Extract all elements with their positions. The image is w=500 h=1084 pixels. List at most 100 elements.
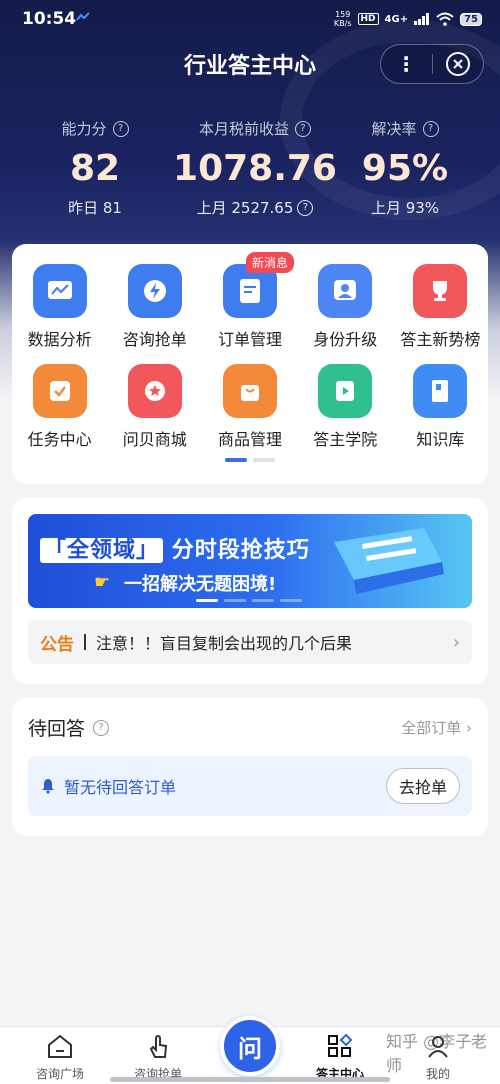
- help-icon[interactable]: ?: [295, 120, 311, 137]
- stat-label: 解决率?: [330, 118, 480, 139]
- grid-item-identity-upgrade[interactable]: 身份升级: [298, 264, 393, 350]
- hand-tap-icon: [149, 1035, 168, 1058]
- stat-income[interactable]: 本月税前收益? 1078.76 上月 2527.65?: [170, 118, 340, 218]
- status-bar: 10:54 159 KB/s HD 4G+ 75: [0, 0, 500, 40]
- network-activity-icon: [76, 12, 90, 21]
- stat-value: 82: [69, 148, 121, 189]
- stat-sub: 上月 2527.65?: [170, 197, 340, 218]
- help-icon[interactable]: ?: [422, 120, 439, 137]
- function-grid: 数据分析 咨询抢单 新消息 订单管理 身份升级 答主新势榜 任务中心 问贝商城: [12, 252, 488, 450]
- function-grid-card: 数据分析 咨询抢单 新消息 订单管理 身份升级 答主新势榜 任务中心 问贝商城: [12, 244, 488, 484]
- chart-icon: [32, 264, 87, 318]
- status-time: 10:54: [22, 9, 77, 29]
- page-dot-active: [225, 458, 247, 462]
- close-circle-icon[interactable]: [432, 51, 483, 77]
- grid-item-academy[interactable]: 答主学院: [298, 364, 393, 450]
- grid-label: 答主新势榜: [400, 330, 481, 349]
- cell-signal-icon: [414, 13, 430, 25]
- banner-dot: [224, 599, 246, 602]
- all-orders-link[interactable]: 全部订单 ›: [401, 717, 472, 738]
- promo-banner[interactable]: 「全领域」 分时段抢技巧 ☛ 一招解决无题困境!: [28, 514, 472, 608]
- tab-answerer-center[interactable]: 答主中心: [300, 1033, 380, 1082]
- new-message-badge: 新消息: [245, 252, 294, 273]
- stat-resolution[interactable]: 解决率? 95% 上月 93%: [330, 118, 480, 218]
- tab-consult-square[interactable]: 咨询广场: [20, 1033, 100, 1082]
- wifi-icon: [436, 12, 454, 26]
- bell-icon: [42, 779, 54, 794]
- grid-diamond-icon: [328, 1033, 353, 1057]
- grid-label: 知识库: [416, 430, 465, 449]
- banner-card: 「全领域」 分时段抢技巧 ☛ 一招解决无题困境! 公告 注意！！盲目复制会出现的…: [12, 498, 488, 684]
- pending-header: 待回答 ? 全部订单 ›: [28, 714, 472, 741]
- help-icon[interactable]: ?: [112, 120, 129, 137]
- grid-item-data-analysis[interactable]: 数据分析: [12, 264, 107, 350]
- speed-value: 159: [335, 10, 351, 19]
- grid-page-indicator: [12, 458, 488, 462]
- book-icon: [413, 364, 468, 418]
- banner-dot-active: [196, 599, 218, 602]
- shopping-bag-icon: [222, 364, 277, 418]
- home-icon: [48, 1034, 72, 1058]
- hd-indicator: HD: [357, 13, 379, 25]
- announcement-tag: 公告: [40, 634, 74, 655]
- grid-item-shop[interactable]: 问贝商城: [107, 364, 202, 450]
- stat-label-text: 能力分: [61, 120, 107, 138]
- stat-value: 1078.76: [173, 148, 337, 189]
- grid-label: 订单管理: [217, 330, 282, 349]
- center-ask-button[interactable]: 问: [220, 1016, 280, 1076]
- help-icon[interactable]: ?: [297, 199, 314, 216]
- chat-bubble-illustration: [334, 528, 444, 594]
- checkbox-icon: [32, 364, 87, 418]
- grid-item-order-manage[interactable]: 新消息 订单管理: [202, 252, 297, 350]
- help-icon[interactable]: ?: [93, 719, 110, 736]
- play-book-icon: [318, 364, 373, 418]
- stat-sub: 昨日 81: [68, 199, 122, 217]
- page-dot: [253, 458, 275, 462]
- home-indicator[interactable]: [110, 1077, 390, 1082]
- grid-item-task-center[interactable]: 任务中心: [12, 364, 107, 450]
- stat-sub: 上月 93%: [370, 199, 440, 217]
- banner-headline: 「全领域」 分时段抢技巧: [40, 532, 310, 564]
- banner-subline: 一招解决无题困境!: [124, 574, 277, 595]
- grid-label: 问贝商城: [122, 430, 187, 449]
- empty-state: 暂无待回答订单 去抢单: [28, 756, 472, 816]
- grid-label: 身份升级: [313, 330, 378, 349]
- announcement-divider: [84, 634, 86, 650]
- shop-icon: [127, 364, 182, 418]
- stat-sub-text: 上月 2527.65: [196, 199, 294, 217]
- stat-label-text: 本月税前收益: [198, 120, 289, 138]
- trophy-icon: [413, 264, 468, 318]
- banner-dot: [252, 599, 274, 602]
- banner-dot: [280, 599, 302, 602]
- announcement-bar[interactable]: 公告 注意！！盲目复制会出现的几个后果 ›: [28, 620, 472, 664]
- user-badge-icon: [318, 264, 373, 318]
- grid-item-consult-grab[interactable]: 咨询抢单: [107, 264, 202, 350]
- banner-highlight: 「全领域」: [40, 538, 164, 563]
- grid-label: 数据分析: [27, 330, 92, 349]
- grid-label: 商品管理: [217, 430, 282, 449]
- more-dots-icon[interactable]: ⋮: [381, 45, 432, 83]
- announcement-text: 注意！！盲目复制会出现的几个后果: [96, 634, 353, 653]
- pending-card: 待回答 ? 全部订单 › 暂无待回答订单 去抢单: [12, 698, 488, 836]
- watermark: 知乎 @李子老师: [386, 1032, 488, 1075]
- lightning-icon: [127, 264, 182, 318]
- stat-label: 能力分?: [20, 118, 170, 139]
- stat-value: 95%: [361, 148, 449, 189]
- signal-indicator: 4G+: [384, 13, 409, 25]
- battery-indicator: 75: [460, 12, 482, 26]
- grab-order-button[interactable]: 去抢单: [385, 768, 460, 804]
- pointing-hand-icon: ☛: [94, 572, 111, 593]
- grid-item-ranking[interactable]: 答主新势榜: [393, 264, 488, 350]
- pending-title: 待回答: [28, 718, 86, 740]
- grid-label: 任务中心: [27, 430, 92, 449]
- all-orders-label: 全部订单: [401, 719, 462, 737]
- grid-item-knowledge-base[interactable]: 知识库: [393, 364, 488, 450]
- stat-label-text: 解决率: [371, 120, 417, 138]
- tab-consult-grab[interactable]: 咨询抢单: [118, 1033, 198, 1082]
- mini-program-capsule: ⋮: [380, 44, 484, 84]
- stat-ability[interactable]: 能力分? 82 昨日 81: [20, 118, 170, 218]
- grid-item-product-manage[interactable]: 商品管理: [202, 364, 297, 450]
- banner-line1: 分时段抢技巧: [171, 538, 310, 563]
- speed-unit: KB/s: [333, 19, 352, 28]
- chevron-right-icon: ›: [452, 631, 460, 653]
